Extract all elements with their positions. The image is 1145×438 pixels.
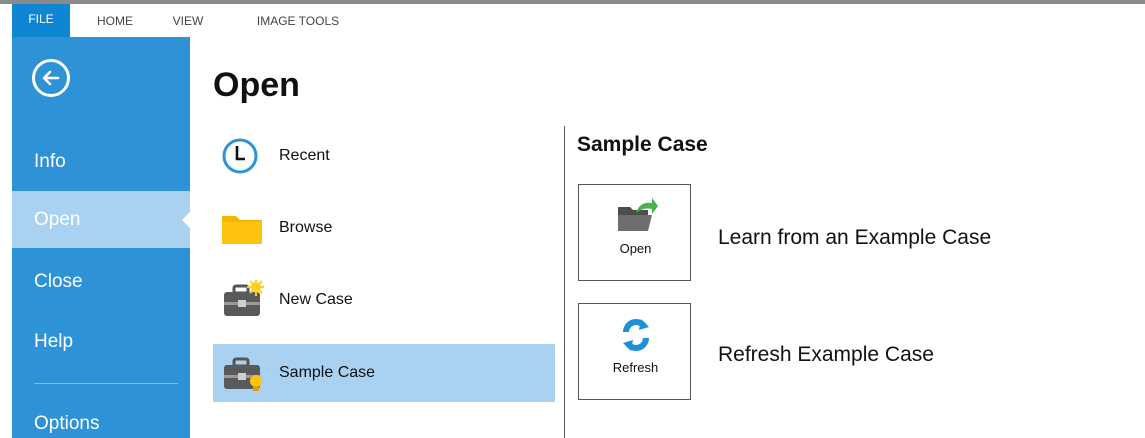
back-button[interactable] — [32, 59, 70, 97]
section-title: Sample Case — [577, 133, 708, 156]
open-option-browse[interactable]: Browse — [213, 199, 555, 257]
open-option-recent[interactable]: Recent — [213, 127, 555, 185]
open-example-description: Learn from an Example Case — [718, 226, 992, 249]
open-option-sample-case[interactable]: Sample Case — [213, 344, 555, 402]
refresh-example-button-label: Refresh — [612, 360, 659, 375]
page-title: Open — [213, 66, 300, 104]
tab-image-tools[interactable]: IMAGE TOOLS — [243, 8, 353, 41]
folder-icon — [220, 208, 264, 248]
tab-file[interactable]: FILE — [12, 4, 70, 39]
nav-item-options[interactable]: Options — [12, 395, 190, 438]
sample-case-icon — [220, 353, 264, 393]
refresh-icon — [579, 314, 692, 358]
refresh-example-button[interactable]: Refresh — [578, 303, 691, 400]
open-option-label: Sample Case — [279, 364, 376, 381]
nav-item-open[interactable]: Open — [12, 191, 191, 248]
clock-icon — [220, 136, 264, 176]
nav-item-help[interactable]: Help — [12, 313, 190, 370]
nav-divider — [34, 383, 178, 384]
open-option-new-case[interactable]: New Case — [213, 271, 555, 329]
open-example-button-label: Open — [619, 241, 652, 256]
new-case-icon — [220, 278, 265, 320]
open-folder-icon — [579, 195, 692, 239]
nav-item-info[interactable]: Info — [12, 133, 190, 190]
open-option-label: New Case — [279, 291, 353, 308]
arrow-left-icon — [42, 70, 60, 86]
nav-item-close[interactable]: Close — [12, 253, 190, 310]
panel-divider — [564, 126, 565, 438]
ribbon-tabs: FILE HOME VIEW IMAGE TOOLS — [0, 0, 1145, 39]
open-example-button[interactable]: Open — [578, 184, 691, 281]
open-option-label: Browse — [279, 219, 333, 236]
backstage-nav: Info Open Close Help Options — [12, 37, 191, 438]
refresh-example-description: Refresh Example Case — [718, 343, 934, 366]
open-option-label: Recent — [279, 147, 330, 164]
